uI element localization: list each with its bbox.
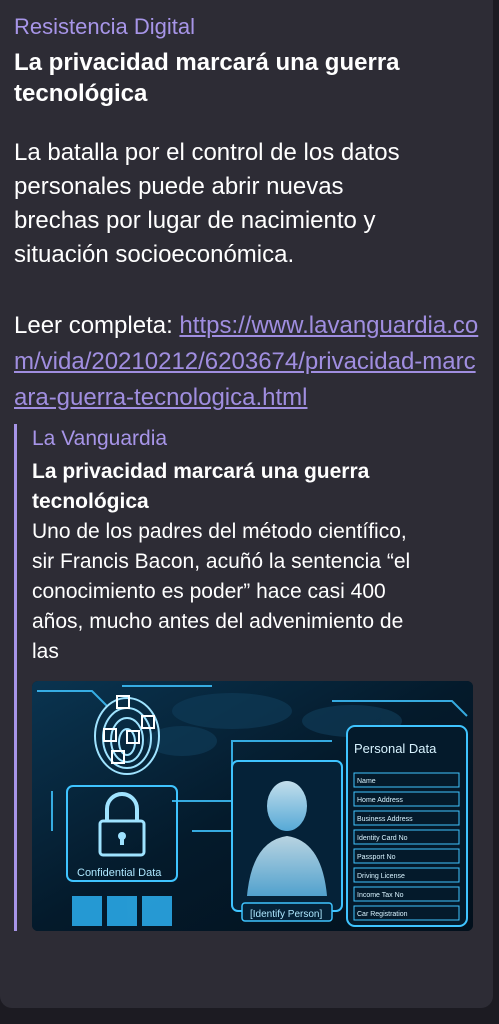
- preview-title: La privacidad marcará una guerra tecnoló…: [32, 460, 370, 513]
- personal-data-panel: Personal Data Name Home Address Business A…: [346, 725, 468, 927]
- data-field-label: Passport No: [357, 854, 396, 861]
- data-field-label: Car Registration: [357, 911, 408, 918]
- data-field-label: Driving License: [357, 873, 405, 880]
- preview-image[interactable]: Confidential Data [Identify Person] Pers…: [32, 681, 473, 931]
- panel-title: Personal Data: [354, 741, 437, 756]
- message-headline: La privacidad marcará una guerra tecnoló…: [14, 49, 400, 107]
- read-more-label: Leer completa:: [14, 312, 180, 339]
- data-field-label: Identity Card No: [357, 835, 408, 842]
- link-preview[interactable]: La Vanguardia La privacidad marcará una …: [14, 424, 479, 931]
- channel-name[interactable]: Resistencia Digital: [14, 12, 479, 42]
- identify-person-caption: [Identify Person]: [250, 909, 322, 920]
- data-field-label: Business Address: [357, 816, 413, 823]
- preview-site-name: La Vanguardia: [32, 427, 168, 450]
- data-field-label: Income Tax No: [357, 892, 404, 899]
- data-field-label: Name: [357, 778, 376, 785]
- message-bubble: Resistencia Digital La privacidad marcar…: [0, 0, 493, 1008]
- read-more-line: Leer completa: https://www.lavanguardia.…: [14, 308, 479, 416]
- data-field-label: Home Address: [357, 797, 403, 804]
- message-body: La batalla por el control de los datos p…: [14, 139, 400, 268]
- preview-description: Uno de los padres del método científico,…: [32, 520, 411, 663]
- lock-caption: Confidential Data: [77, 867, 162, 879]
- person-silhouette: [231, 760, 343, 912]
